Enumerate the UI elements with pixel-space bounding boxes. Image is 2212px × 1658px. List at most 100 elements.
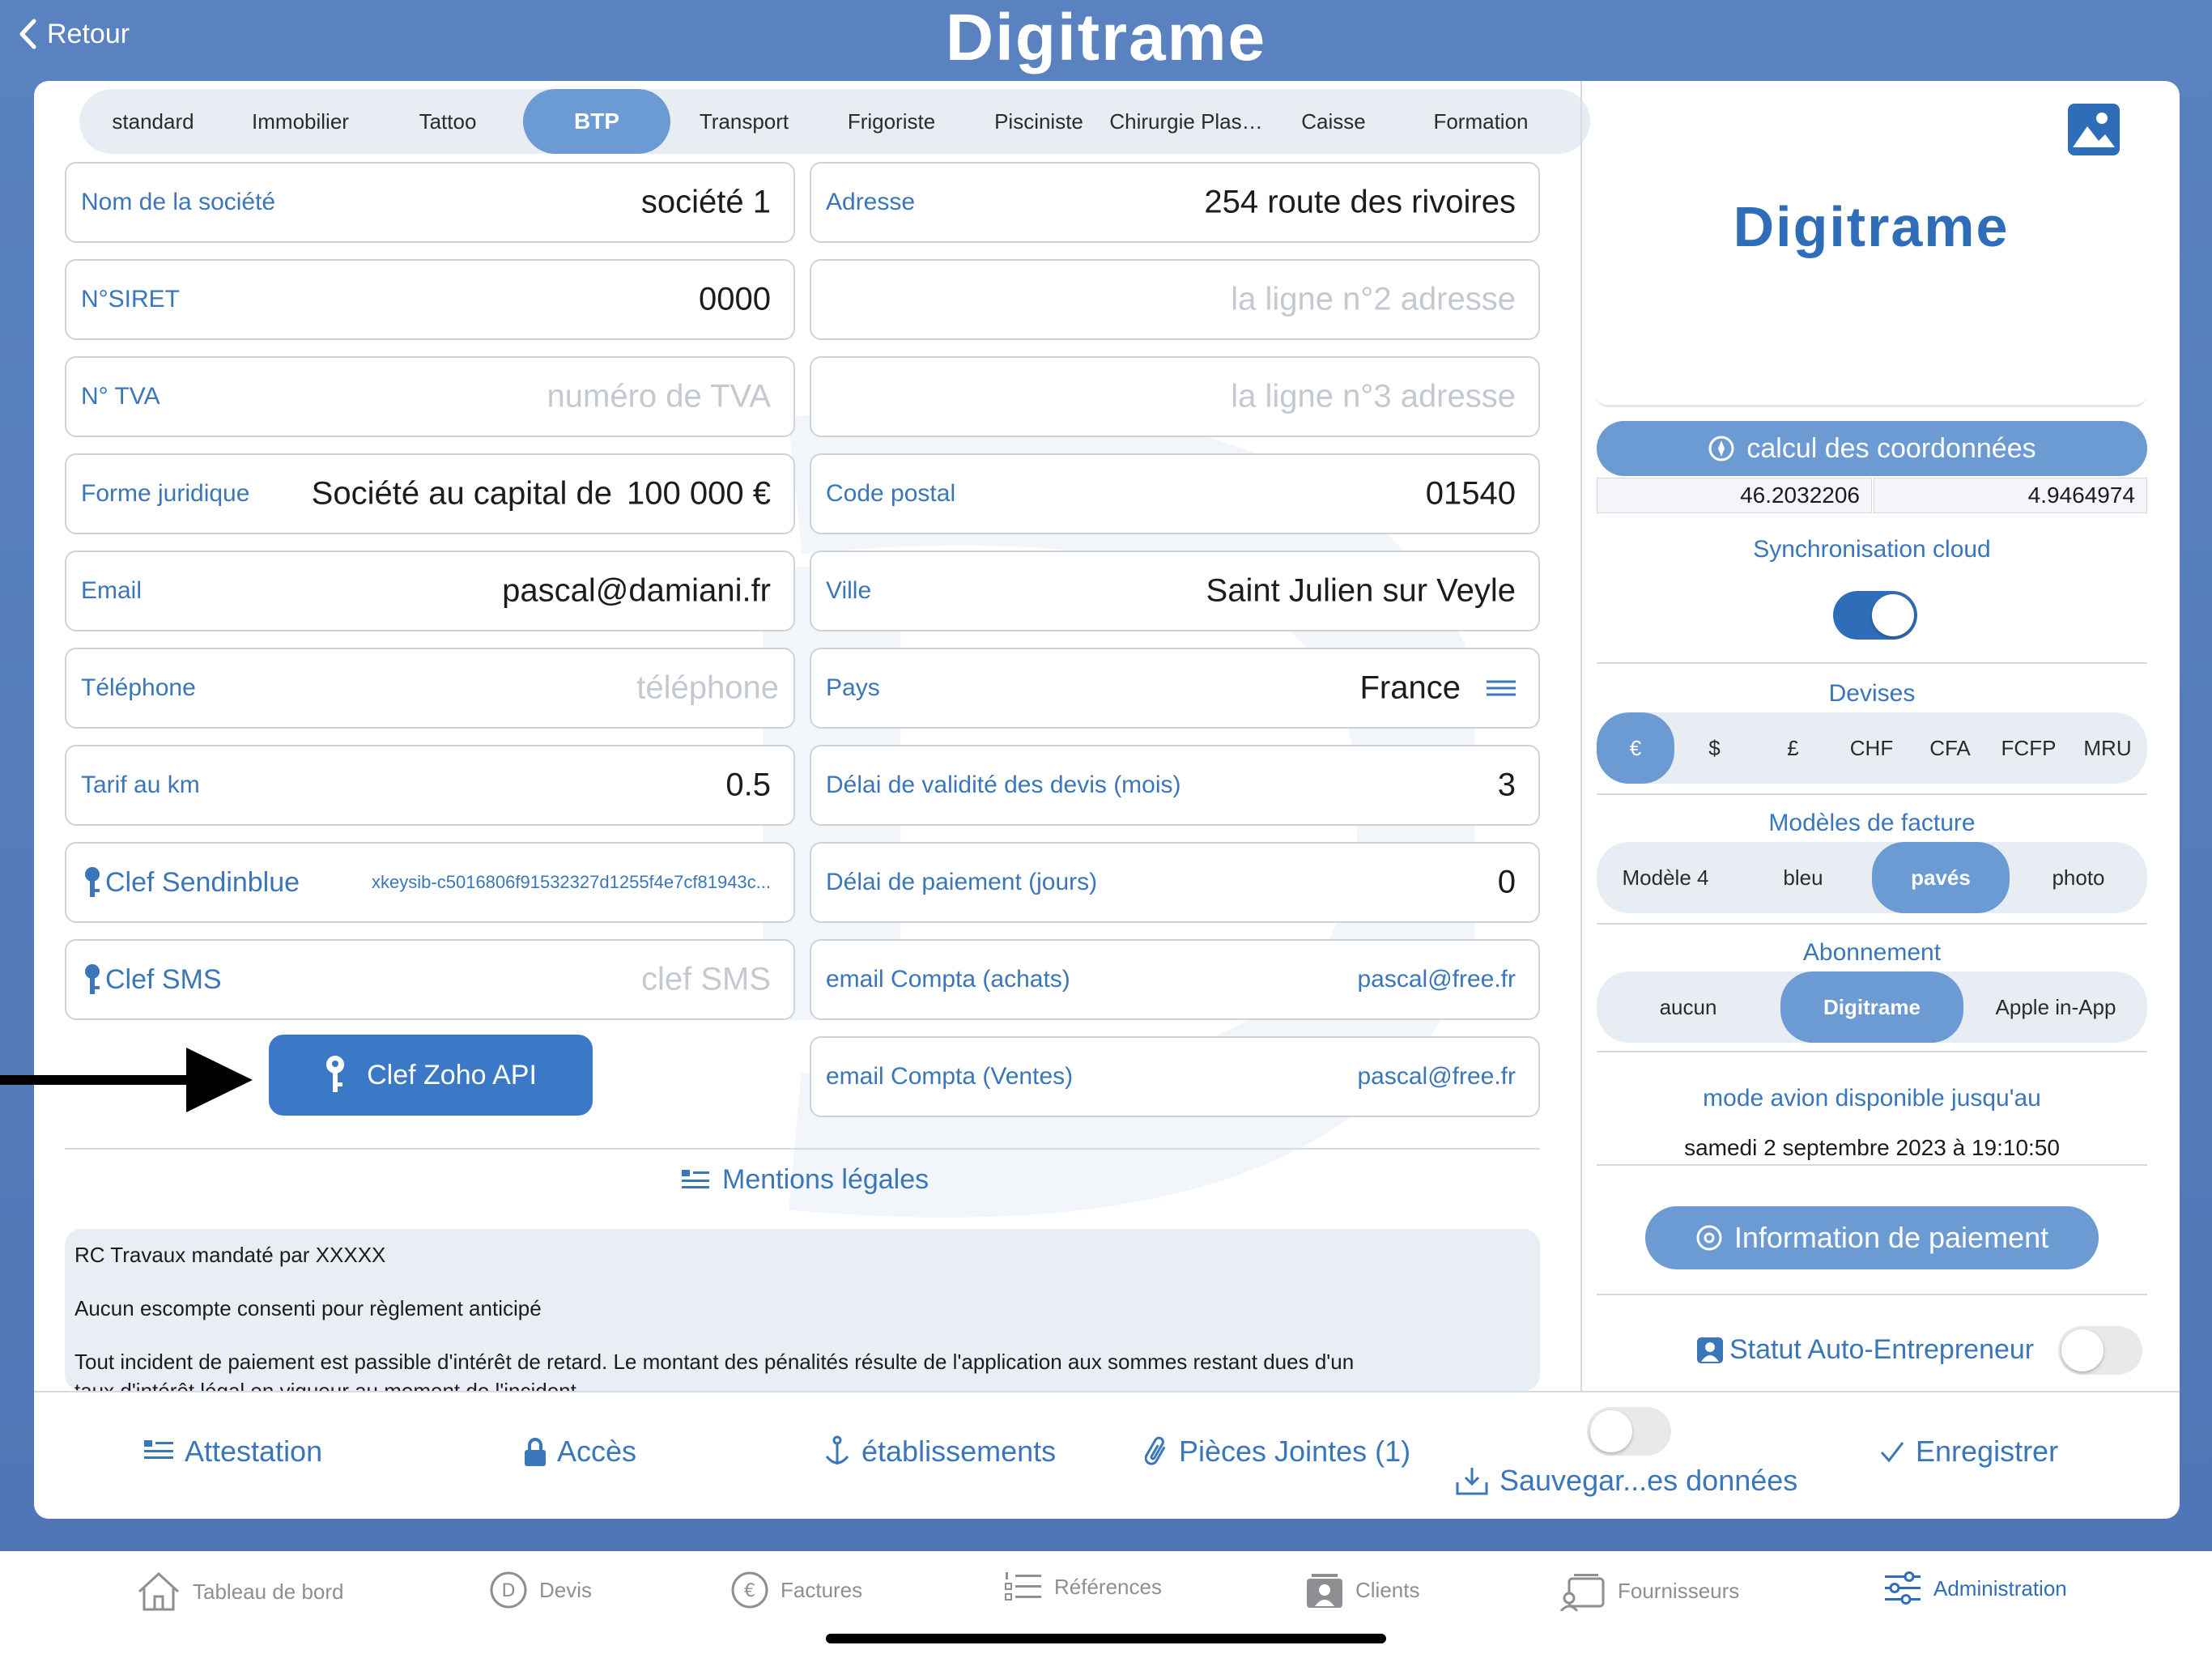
km-rate-field[interactable]: Tarif au km 0.5 bbox=[65, 745, 795, 826]
establishments-button[interactable]: établissements bbox=[824, 1435, 1056, 1469]
legal-mentions-label: Mentions légales bbox=[722, 1164, 929, 1195]
address-line2-placeholder: la ligne n°2 adresse bbox=[1231, 281, 1516, 317]
company-name-value: société 1 bbox=[640, 184, 771, 220]
currency-fcfp[interactable]: FCFP bbox=[1989, 712, 2068, 784]
tab-quotes-label: Devis bbox=[539, 1577, 593, 1602]
legal-mentions-text[interactable]: RC Travaux mandaté par XXXXX Aucun escom… bbox=[65, 1229, 1540, 1391]
profile-tattoo[interactable]: Tattoo bbox=[374, 89, 521, 154]
company-name-field[interactable]: Nom de la société société 1 bbox=[65, 162, 795, 243]
quote-list-icon bbox=[144, 1440, 173, 1459]
accounting-email-sales-field[interactable]: email Compta (Ventes) pascal@free.fr bbox=[810, 1036, 1540, 1117]
profile-formation[interactable]: Formation bbox=[1407, 89, 1555, 154]
tva-placeholder: numéro de TVA bbox=[547, 378, 771, 414]
svg-text:€: € bbox=[744, 1581, 755, 1601]
tab-quotes[interactable]: D Devis bbox=[489, 1571, 592, 1609]
address-value: 254 route des rivoires bbox=[1204, 184, 1516, 220]
attachments-label: Pièces Jointes (1) bbox=[1179, 1435, 1411, 1468]
city-field[interactable]: Ville Saint Julien sur Veyle bbox=[810, 551, 1540, 631]
currency-dollar[interactable]: $ bbox=[1675, 712, 1754, 784]
subscription-aucun[interactable]: aucun bbox=[1597, 971, 1780, 1043]
phone-field[interactable]: Téléphone téléphone bbox=[65, 648, 795, 729]
toolbar-divider bbox=[34, 1391, 2180, 1392]
contact-card-icon bbox=[1307, 1574, 1342, 1608]
profile-caisse[interactable]: Caisse bbox=[1260, 89, 1407, 154]
sendinblue-key-field[interactable]: Clef Sendinblue xkeysib-c5016806f9153232… bbox=[65, 842, 795, 923]
backup-toggle[interactable] bbox=[1587, 1407, 1671, 1456]
currency-euro[interactable]: € bbox=[1597, 712, 1674, 784]
sms-key-field[interactable]: Clef SMS clef SMS bbox=[65, 939, 795, 1020]
legal-form-field[interactable]: Forme juridique Société au capital de 10… bbox=[65, 453, 795, 534]
profile-chirurgie[interactable]: Chirurgie Plas… bbox=[1109, 89, 1262, 154]
quote-validity-value: 3 bbox=[1497, 767, 1516, 803]
attestation-label: Attestation bbox=[185, 1435, 323, 1468]
accounting-email-sales-value: pascal@free.fr bbox=[1357, 1063, 1516, 1090]
email-field[interactable]: Email pascal@damiani.fr bbox=[65, 551, 795, 631]
profile-transport[interactable]: Transport bbox=[670, 89, 818, 154]
toggle-knob bbox=[1872, 594, 1914, 636]
profile-standard[interactable]: standard bbox=[79, 89, 227, 154]
payment-info-button[interactable]: Information de paiement bbox=[1645, 1206, 2099, 1269]
attestation-button[interactable]: Attestation bbox=[144, 1435, 322, 1469]
address-line2-field[interactable]: la ligne n°2 adresse bbox=[810, 259, 1540, 340]
paperclip-icon bbox=[1145, 1436, 1166, 1465]
tab-administration[interactable]: Administration bbox=[1883, 1571, 2067, 1606]
tab-references[interactable]: Références bbox=[1004, 1571, 1162, 1603]
country-label: Pays bbox=[826, 674, 880, 701]
cloud-sync-toggle[interactable] bbox=[1833, 591, 1917, 640]
quote-validity-field[interactable]: Délai de validité des devis (mois) 3 bbox=[810, 745, 1540, 826]
chevron-left-icon bbox=[19, 19, 36, 49]
subscription-digitrame[interactable]: Digitrame bbox=[1780, 971, 1963, 1043]
save-button[interactable]: Enregistrer bbox=[1880, 1435, 2058, 1469]
airplane-mode-label: mode avion disponible jusqu'au bbox=[1703, 1085, 2041, 1112]
divider bbox=[1597, 662, 2147, 664]
logo-area[interactable]: Digitrame bbox=[1595, 81, 2147, 407]
divider bbox=[1597, 1294, 2147, 1295]
postal-code-value: 01540 bbox=[1425, 475, 1516, 512]
longitude-field[interactable]: 4.9464974 bbox=[1874, 478, 2147, 513]
template-modele-4[interactable]: Modèle 4 bbox=[1597, 842, 1734, 913]
address-line3-field[interactable]: la ligne n°3 adresse bbox=[810, 356, 1540, 437]
tva-field[interactable]: N° TVA numéro de TVA bbox=[65, 356, 795, 437]
currency-cfa[interactable]: CFA bbox=[1911, 712, 1989, 784]
tab-invoices[interactable]: € Factures bbox=[730, 1571, 862, 1609]
subscription-apple[interactable]: Apple in-App bbox=[1964, 971, 2147, 1043]
currency-pound[interactable]: £ bbox=[1754, 712, 1832, 784]
profile-immobilier[interactable]: Immobilier bbox=[227, 89, 374, 154]
template-bleu[interactable]: bleu bbox=[1734, 842, 1872, 913]
profile-btp[interactable]: BTP bbox=[523, 89, 670, 154]
country-field[interactable]: Pays France bbox=[810, 648, 1540, 729]
siret-value: 0000 bbox=[699, 281, 771, 317]
back-button[interactable]: Retour bbox=[18, 18, 130, 50]
tab-suppliers[interactable]: Fournisseurs bbox=[1559, 1571, 1739, 1611]
quote-validity-label: Délai de validité des devis (mois) bbox=[826, 772, 1181, 798]
tab-dashboard[interactable]: Tableau de bord bbox=[136, 1571, 343, 1613]
siret-field[interactable]: N°SIRET 0000 bbox=[65, 259, 795, 340]
backup-data-button[interactable]: Sauvegar...es données bbox=[1456, 1464, 1797, 1498]
postal-code-field[interactable]: Code postal 01540 bbox=[810, 453, 1540, 534]
tab-clients[interactable]: Clients bbox=[1305, 1571, 1419, 1609]
capital-value[interactable]: 100 000 € bbox=[627, 476, 771, 512]
currency-chf[interactable]: CHF bbox=[1832, 712, 1911, 784]
sliders-icon bbox=[1885, 1571, 1921, 1605]
auto-entrepreneur-toggle[interactable] bbox=[2058, 1326, 2142, 1375]
calculate-coordinates-button[interactable]: calcul des coordonnées bbox=[1597, 421, 2147, 476]
access-button[interactable]: Accès bbox=[525, 1435, 636, 1469]
accounting-email-purchases-field[interactable]: email Compta (achats) pascal@free.fr bbox=[810, 939, 1540, 1020]
image-icon[interactable] bbox=[2066, 102, 2121, 157]
profile-pisciniste[interactable]: Pisciniste bbox=[965, 89, 1112, 154]
list-icon[interactable] bbox=[1487, 678, 1516, 698]
latitude-field[interactable]: 46.2032206 bbox=[1597, 478, 1872, 513]
attachments-button[interactable]: Pièces Jointes (1) bbox=[1145, 1435, 1410, 1469]
currency-mru[interactable]: MRU bbox=[2068, 712, 2147, 784]
zoho-api-button[interactable]: Clef Zoho API bbox=[269, 1035, 593, 1116]
tab-invoices-label: Factures bbox=[781, 1577, 863, 1602]
backup-data-label: Sauvegar...es données bbox=[1499, 1464, 1798, 1497]
legal-mentions-title[interactable]: Mentions légales bbox=[682, 1164, 929, 1196]
column-separator bbox=[1580, 81, 1582, 1391]
template-photo[interactable]: photo bbox=[2010, 842, 2147, 913]
address-field[interactable]: Adresse 254 route des rivoires bbox=[810, 162, 1540, 243]
d-circle-icon: D bbox=[490, 1571, 527, 1609]
profile-frigoriste[interactable]: Frigoriste bbox=[818, 89, 965, 154]
payment-delay-field[interactable]: Délai de paiement (jours) 0 bbox=[810, 842, 1540, 923]
template-paves[interactable]: pavés bbox=[1872, 842, 2010, 913]
